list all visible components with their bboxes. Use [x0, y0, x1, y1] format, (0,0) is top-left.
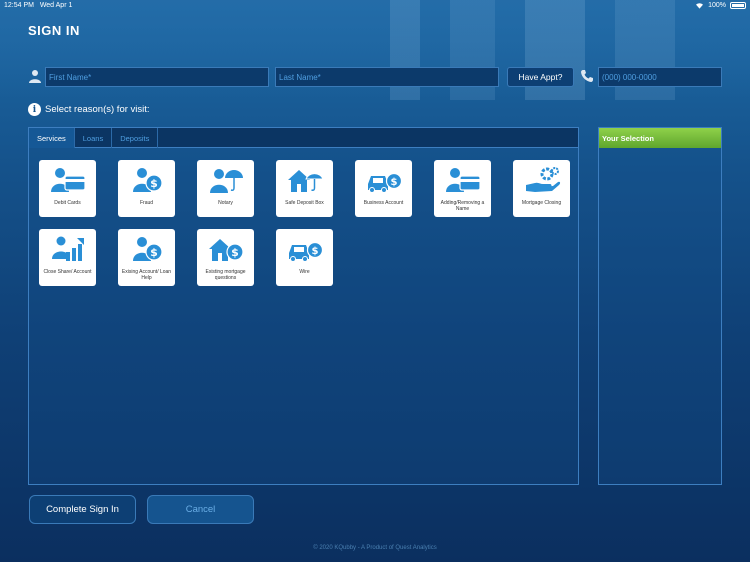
debit-card-icon: [50, 168, 86, 192]
tile-label: Safe Deposit Box: [285, 200, 324, 206]
tile-safe-deposit-box[interactable]: Safe Deposit Box: [276, 160, 333, 217]
info-icon: i: [28, 103, 41, 116]
tab-services[interactable]: Services: [29, 128, 75, 148]
tab-loans[interactable]: Loans: [75, 128, 113, 148]
have-appt-button[interactable]: Have Appt?: [507, 67, 574, 87]
tile-existing-account-loan-help[interactable]: $ Exising Account/ Loan Help: [118, 229, 175, 286]
cancel-button[interactable]: Cancel: [147, 495, 254, 524]
tile-mortgage-closing[interactable]: Mortgage Closing: [513, 160, 570, 217]
tile-notary[interactable]: Notary: [197, 160, 254, 217]
wire-icon: $: [288, 241, 323, 262]
svg-text:$: $: [150, 177, 158, 190]
tile-adding-removing-name[interactable]: Adding/Removing a Name: [434, 160, 491, 217]
tab-deposits[interactable]: Deposits: [112, 128, 159, 148]
safe-deposit-icon: [287, 170, 324, 192]
sign-in-form: Have Appt?: [28, 67, 723, 87]
close-account-icon: [51, 236, 84, 261]
tile-debit-cards[interactable]: Debit Cards: [39, 160, 96, 217]
tile-label: Close Share/ Account: [43, 269, 92, 275]
reason-heading: i Select reason(s) for visit:: [28, 103, 150, 116]
footer-copyright: © 2020 KQubby - A Product of Quest Analy…: [313, 545, 437, 551]
reason-label: Select reason(s) for visit:: [45, 104, 150, 115]
svg-text:$: $: [231, 246, 239, 259]
status-time: 12:54 PM Wed Apr 1: [4, 2, 73, 9]
mortgage-questions-icon: $: [208, 239, 244, 261]
phone-icon: [581, 70, 593, 82]
tile-business-account[interactable]: $ Business Account: [355, 160, 412, 217]
battery-icon: [730, 2, 746, 9]
phone-input[interactable]: [598, 67, 722, 87]
tile-label: Wire: [299, 269, 310, 275]
complete-sign-in-button[interactable]: Complete Sign In: [29, 495, 136, 524]
tile-label: Notary: [218, 200, 233, 206]
tile-fraud[interactable]: $ Fraud: [118, 160, 175, 217]
tile-wire[interactable]: $ Wire: [276, 229, 333, 286]
tile-label: Business Account: [363, 200, 404, 206]
business-account-icon: $: [367, 172, 402, 193]
tile-label: Debit Cards: [54, 200, 81, 206]
mortgage-closing-icon: [525, 167, 560, 192]
tile-existing-mortgage-questions[interactable]: $ Existing mortgage questions: [197, 229, 254, 286]
tab-bar: Services Loans Deposits: [29, 128, 578, 148]
svg-text:$: $: [150, 246, 158, 259]
svg-text:$: $: [311, 246, 318, 257]
last-name-input[interactable]: [275, 67, 499, 87]
tile-label: Exising Account/ Loan Help: [121, 269, 172, 281]
svg-text:$: $: [390, 177, 397, 188]
fraud-icon: $: [132, 168, 163, 192]
battery-percent: 100%: [708, 2, 726, 9]
existing-account-icon: $: [132, 237, 163, 261]
tile-close-share-account[interactable]: Close Share/ Account: [39, 229, 96, 286]
selection-panel: Your Selection: [598, 127, 722, 485]
status-bar: 12:54 PM Wed Apr 1 100%: [0, 0, 750, 12]
person-icon: [29, 70, 41, 83]
notary-icon: [209, 169, 243, 193]
tile-label: Fraud: [139, 200, 154, 206]
status-right: 100%: [695, 2, 746, 9]
wifi-icon: [696, 3, 704, 9]
selection-title: Your Selection: [599, 128, 721, 148]
page-title: SIGN IN: [28, 23, 80, 38]
add-remove-name-icon: [445, 168, 481, 192]
tile-label: Existing mortgage questions: [205, 269, 246, 281]
first-name-input[interactable]: [45, 67, 269, 87]
tile-label: Mortgage Closing: [521, 200, 562, 206]
reasons-panel: Services Loans Deposits Debit Cards $ Fr…: [28, 127, 579, 485]
tile-label: Adding/Removing a Name: [440, 200, 485, 212]
